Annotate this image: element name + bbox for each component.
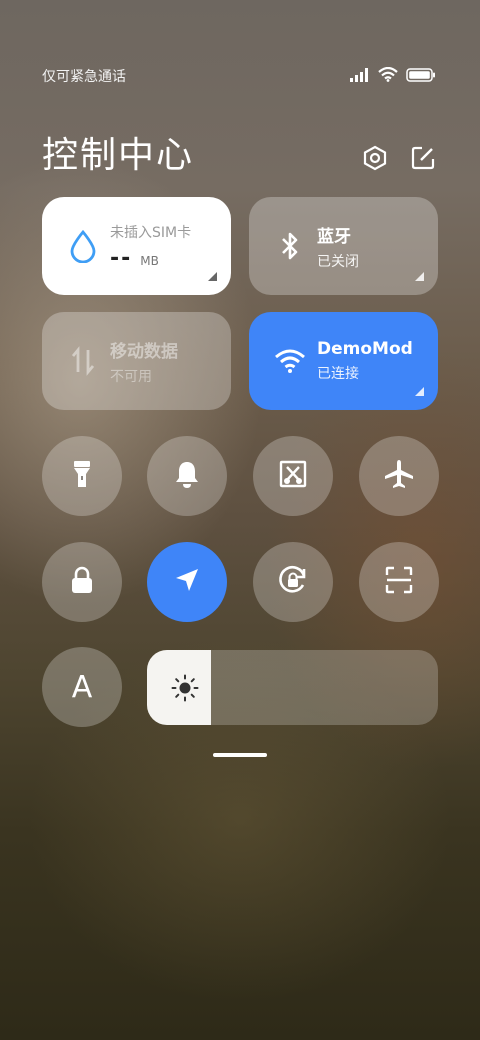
mobile-data-label: 移动数据 [110,341,178,362]
flashlight-icon [69,459,95,493]
auto-brightness-toggle[interactable]: A [42,647,122,727]
close-handle[interactable] [213,753,267,757]
rotation-lock-toggle[interactable] [253,542,333,622]
expand-corner-icon [208,272,217,281]
data-usage-value: -- [110,245,133,271]
water-drop-icon [66,229,100,263]
edit-icon[interactable] [410,145,436,171]
carrier-text: 仅可紧急通话 [42,69,126,85]
expand-corner-icon [415,387,424,396]
location-toggle[interactable] [147,542,227,622]
screenshot-scissors-icon [278,459,308,493]
signal-icon [350,67,370,86]
brightness-slider[interactable] [147,650,438,725]
airplane-toggle[interactable] [359,436,439,516]
bluetooth-status: 已关闭 [317,253,359,270]
wifi-status: 已连接 [317,366,359,382]
silent-toggle[interactable] [147,436,227,516]
scanner-toggle[interactable] [359,542,439,622]
wifi-tile[interactable]: DemoMod 已连接 [249,312,438,410]
location-arrow-icon [173,566,201,598]
wifi-network-name: DemoMod [317,339,413,359]
bluetooth-label: 蓝牙 [317,226,351,247]
wifi-icon [273,344,307,378]
expand-corner-icon [415,272,424,281]
screenshot-toggle[interactable] [253,436,333,516]
settings-icon[interactable] [362,145,388,171]
sun-icon [171,674,199,702]
wifi-icon [378,66,398,86]
sim-status-label: 未插入SIM卡 [110,224,192,241]
lock-icon [69,565,95,599]
status-bar: 仅可紧急通话 [42,64,436,88]
status-icons [350,66,436,86]
bluetooth-tile[interactable]: 蓝牙 已关闭 [249,197,438,295]
lock-toggle[interactable] [42,542,122,622]
mobile-data-status: 不可用 [110,368,152,385]
scan-icon [384,565,414,599]
bell-icon [173,459,201,493]
data-arrows-icon [66,344,100,378]
data-usage-unit: MB [140,253,159,268]
mobile-data-tile[interactable]: 移动数据 不可用 [42,312,231,410]
airplane-icon [383,458,415,494]
header-actions [362,145,436,171]
auto-brightness-icon: A [71,669,93,705]
rotation-lock-icon [276,563,310,601]
flashlight-toggle[interactable] [42,436,122,516]
battery-icon [406,67,436,86]
page-title: 控制中心 [42,135,195,176]
bluetooth-icon [273,229,307,263]
data-usage-tile[interactable]: 未插入SIM卡 -- MB [42,197,231,295]
